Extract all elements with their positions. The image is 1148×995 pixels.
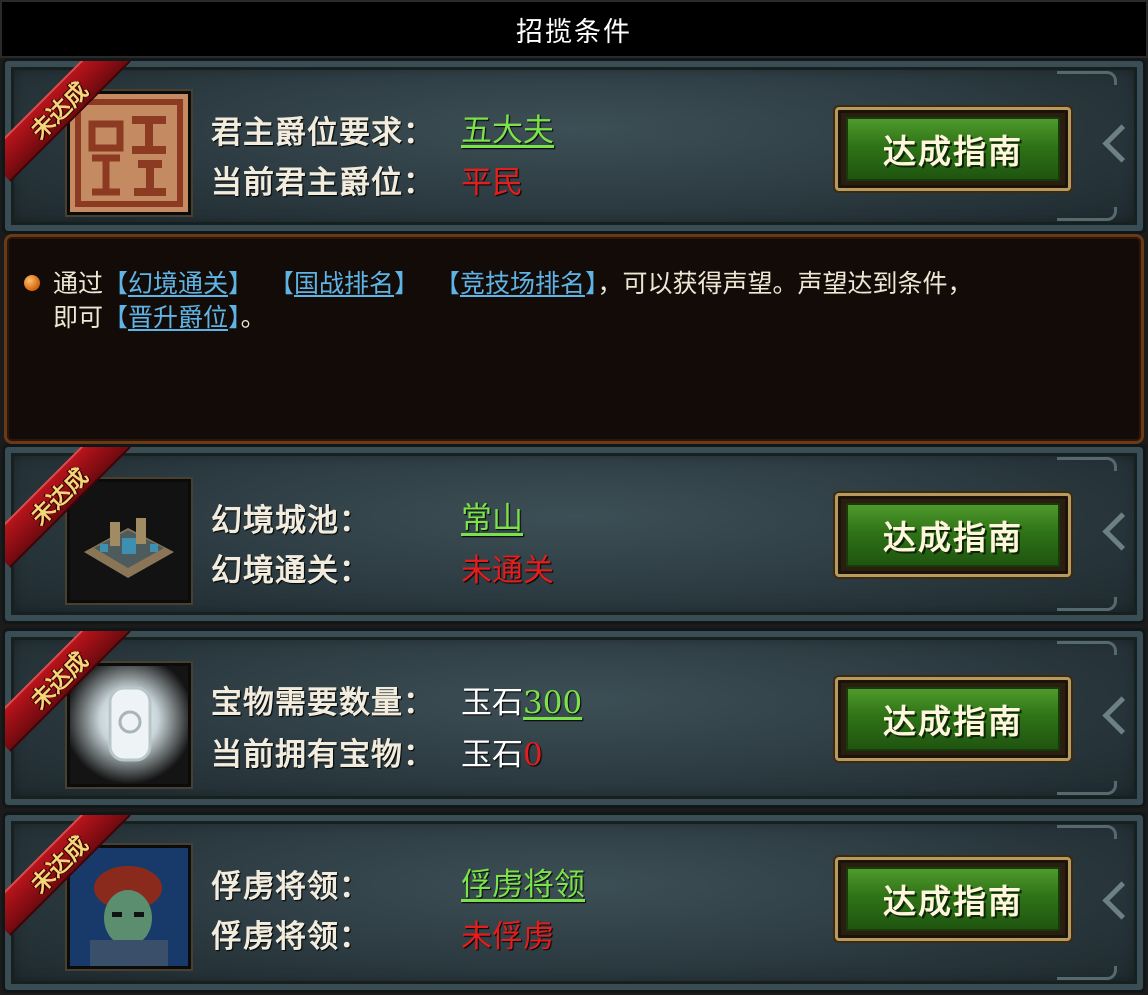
frame-corner-decoration	[1057, 641, 1117, 655]
requirement-card-rank: 未达成 君主爵位要求： 五大夫 当前君主爵位： 平民 达成指南	[2, 58, 1146, 234]
link-arena-rank[interactable]: 【竞技场排名】	[435, 269, 598, 298]
current-rank-value: 平民	[461, 165, 523, 201]
guide-button-treasure[interactable]: 达成指南	[835, 677, 1071, 761]
info-middle: ，可以获得声望。声望达到条件，	[597, 269, 973, 298]
info-line2-prefix: 即可	[53, 303, 104, 332]
guide-button-illusion[interactable]: 达成指南	[835, 493, 1071, 577]
rank-requirement-value[interactable]: 五大夫	[461, 105, 554, 150]
illusion-clear-value: 未通关	[461, 553, 554, 589]
captured-general-label: 俘虏将领：	[211, 869, 371, 905]
reputation-info-panel: 通过【幻境通关】 【国战排名】 【竞技场排名】，可以获得声望。声望达到条件， 即…	[4, 234, 1144, 444]
frame-corner-decoration	[1057, 781, 1117, 795]
illusion-city-value[interactable]: 常山	[461, 493, 523, 538]
link-nation-war-rank[interactable]: 【国战排名】	[269, 269, 419, 298]
treasure-required-count[interactable]: 300	[523, 685, 582, 721]
guide-button-label: 达成指南	[846, 687, 1060, 751]
info-prefix: 通过	[53, 269, 104, 298]
guide-button-label: 达成指南	[846, 867, 1060, 931]
captured-general-status-value: 未俘虏	[461, 919, 554, 955]
frame-corner-decoration	[1057, 597, 1117, 611]
frame-arrow-decoration	[1109, 873, 1135, 933]
info-text: 通过【幻境通关】 【国战排名】 【竞技场排名】，可以获得声望。声望达到条件， 即…	[53, 267, 1133, 335]
window-title: 招揽条件	[0, 0, 1148, 58]
general-portrait-icon	[65, 843, 193, 971]
treasure-name: 玉石	[461, 685, 523, 721]
captured-general-value[interactable]: 俘虏将领	[461, 859, 585, 904]
frame-corner-decoration	[1057, 207, 1117, 221]
illusion-city-label: 幻境城池：	[211, 503, 371, 539]
frame-corner-decoration	[1057, 71, 1117, 85]
guide-button-label: 达成指南	[846, 117, 1060, 181]
current-rank-label: 当前君主爵位：	[211, 165, 435, 201]
treasure-owned-value: 玉石0	[461, 729, 543, 774]
requirement-card-illusion: 未达成 幻境城池： 常山 幻境通关： 未通关 达成指南	[2, 444, 1146, 624]
treasure-owned-count: 0	[523, 737, 543, 773]
frame-corner-decoration	[1057, 825, 1117, 839]
treasure-name: 玉石	[461, 737, 523, 773]
link-illusion-clear[interactable]: 【幻境通关】	[103, 269, 253, 298]
treasure-owned-label: 当前拥有宝物：	[211, 737, 435, 773]
requirement-card-treasure: 未达成 宝物需要数量： 玉石300 当前拥有宝物： 玉石0 达成指南	[2, 628, 1146, 808]
frame-arrow-decoration	[1109, 688, 1135, 748]
rank-requirement-label: 君主爵位要求：	[211, 115, 435, 151]
captured-general-status-label: 俘虏将领：	[211, 919, 371, 955]
guide-button-label: 达成指南	[846, 503, 1060, 567]
info-suffix: 。	[240, 303, 266, 332]
guide-button-general[interactable]: 达成指南	[835, 857, 1071, 941]
frame-corner-decoration	[1057, 966, 1117, 980]
illusion-clear-label: 幻境通关：	[211, 553, 371, 589]
frame-corner-decoration	[1057, 457, 1117, 471]
frame-arrow-decoration	[1109, 504, 1135, 564]
bullet-orb-icon	[24, 275, 40, 291]
link-promote-rank[interactable]: 【晋升爵位】	[103, 303, 241, 332]
fortress-city-icon	[65, 477, 193, 605]
requirement-card-general: 未达成 俘虏将领： 俘虏将领 俘虏将领： 未俘虏 达成指南	[2, 812, 1146, 993]
guide-button-rank[interactable]: 达成指南	[835, 107, 1071, 191]
seal-stamp-icon	[65, 89, 193, 217]
frame-arrow-decoration	[1109, 116, 1135, 176]
jade-stone-icon	[65, 661, 193, 789]
treasure-required-label: 宝物需要数量：	[211, 685, 435, 721]
treasure-required-value: 玉石300	[461, 677, 582, 722]
